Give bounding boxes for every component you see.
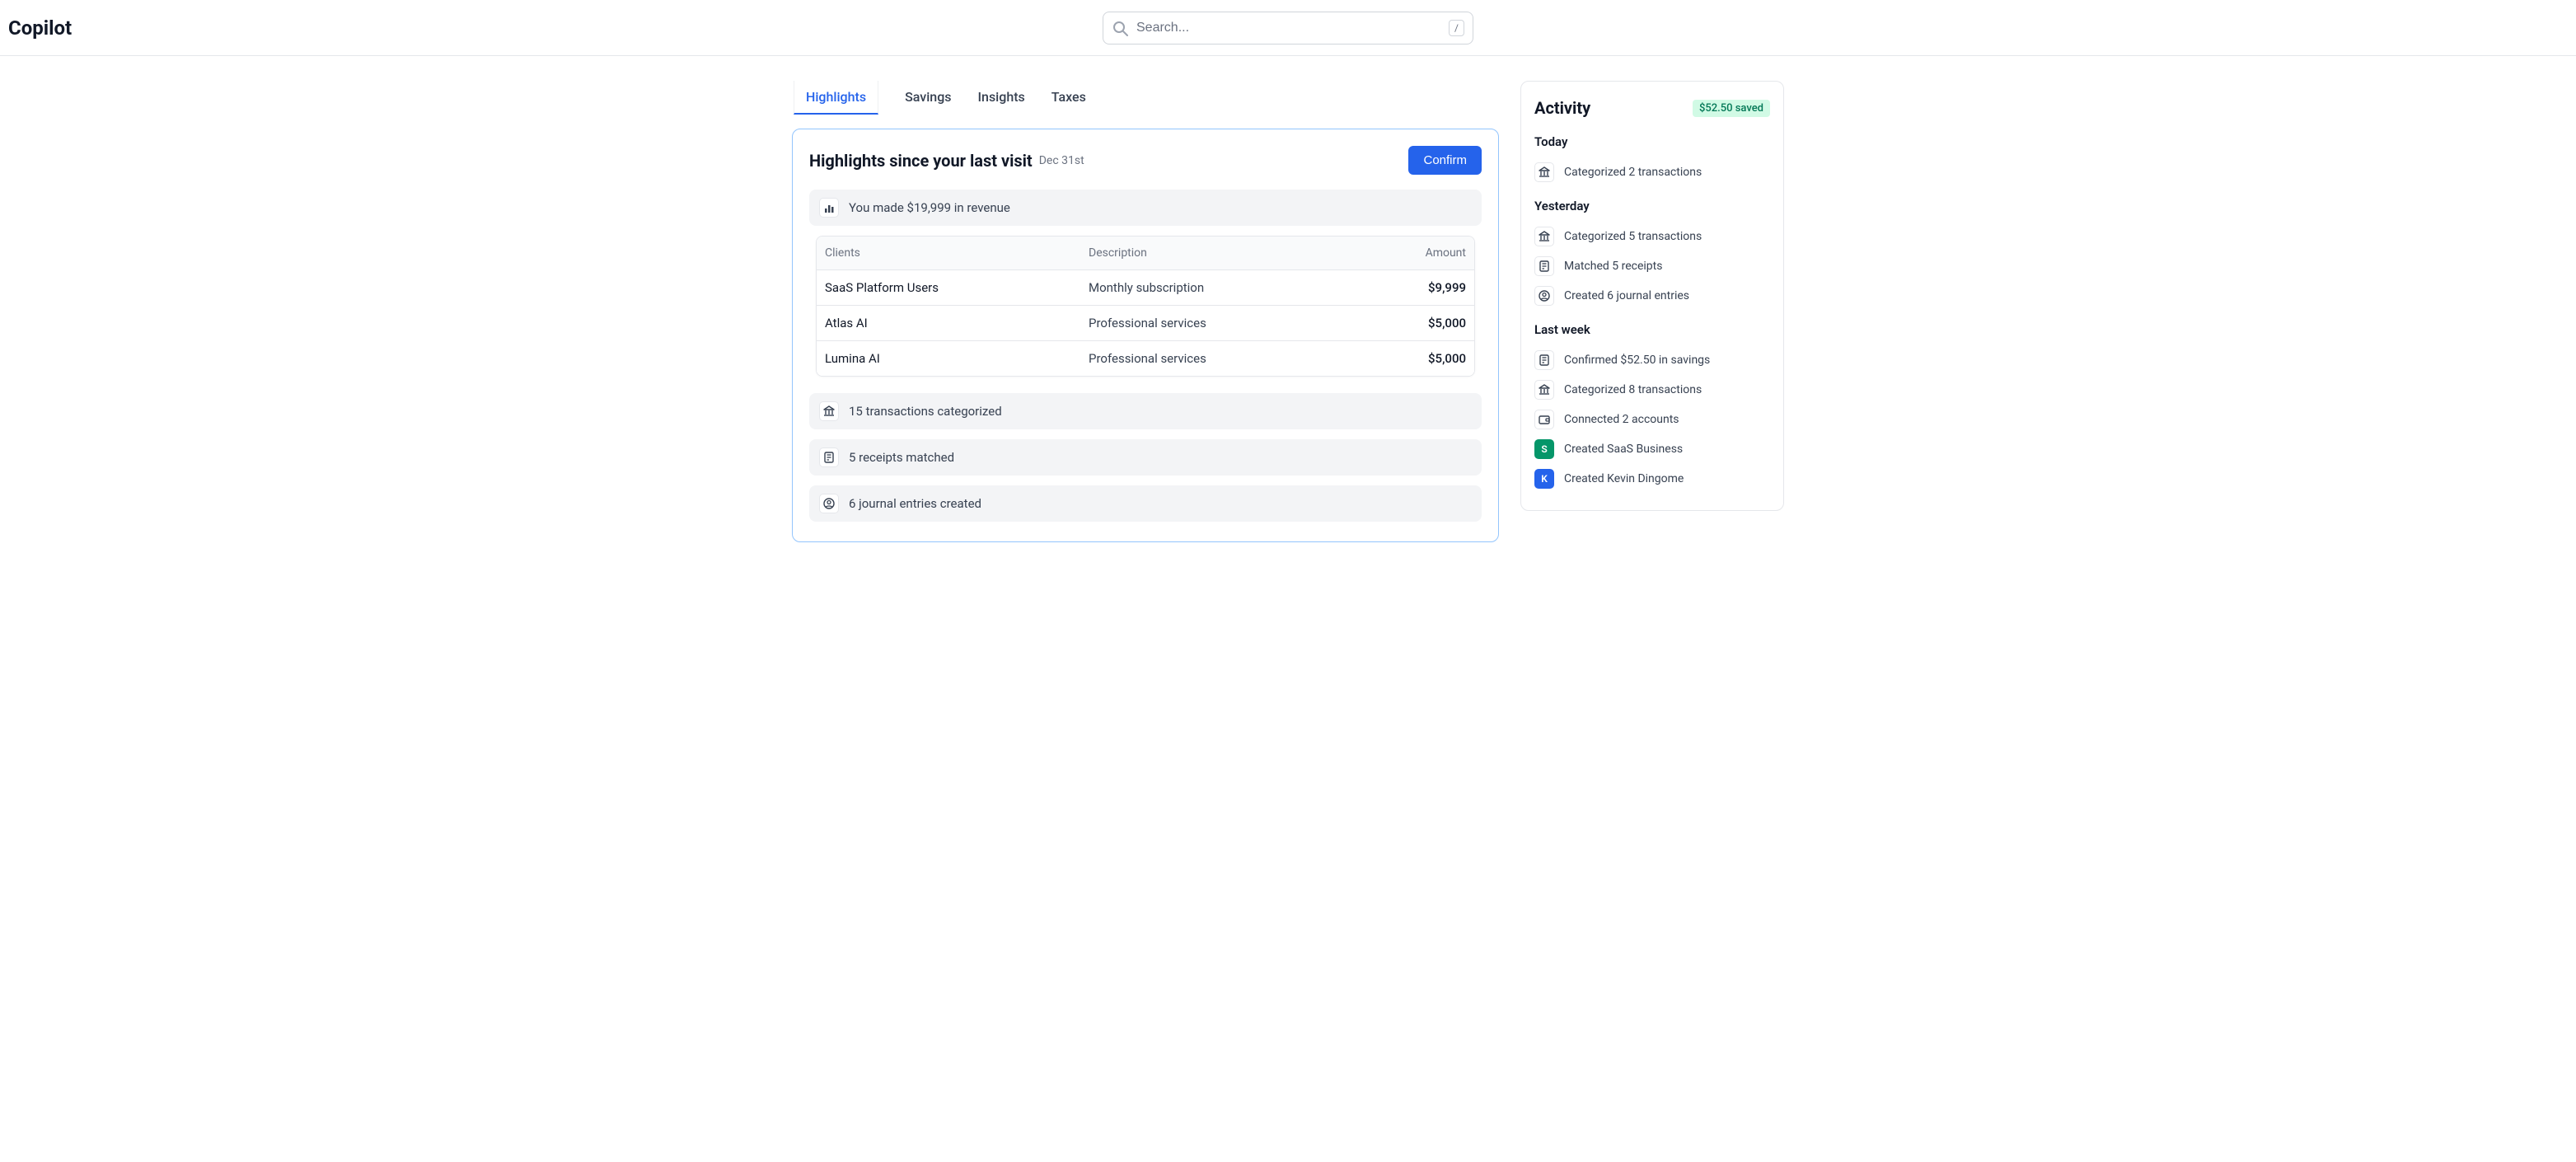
cell-description: Monthly subscription [1089,280,1367,295]
activity-item[interactable]: Confirmed $52.50 in savings [1534,345,1770,375]
journal-summary-row: 6 journal entries created [809,485,1482,522]
receipts-text: 5 receipts matched [849,450,954,465]
bank-icon [1534,162,1554,182]
highlights-title: Highlights since your last visit [809,151,1033,171]
search-box[interactable]: / [1103,12,1473,45]
chart-icon [819,198,839,218]
bank-icon [1534,380,1554,400]
tab-bar: Highlights Savings Insights Taxes [792,81,1499,115]
activity-header: Activity $52.50 saved [1534,98,1770,118]
table-row[interactable]: SaaS Platform Users Monthly subscription… [817,270,1474,306]
activity-item[interactable]: Categorized 2 transactions [1534,157,1770,187]
col-clients: Clients [825,246,1089,260]
tab-taxes[interactable]: Taxes [1051,81,1086,115]
activity-section-lastweek: Last week [1534,322,1770,337]
tab-savings[interactable]: Savings [905,81,951,115]
activity-text: Connected 2 accounts [1564,413,1679,426]
activity-item[interactable]: Connected 2 accounts [1534,405,1770,434]
activity-item[interactable]: Categorized 5 transactions [1534,222,1770,251]
col-amount: Amount [1367,246,1466,260]
activity-text: Categorized 5 transactions [1564,230,1702,243]
activity-text: Created Kevin Dingome [1564,472,1684,485]
tab-highlights[interactable]: Highlights [794,81,878,115]
table-row[interactable]: Lumina AI Professional services $5,000 [817,341,1474,376]
col-description: Description [1089,246,1367,260]
revenue-text: You made $19,999 in revenue [849,200,1010,215]
cell-client: SaaS Platform Users [825,280,1089,295]
activity-text: Categorized 8 transactions [1564,383,1702,396]
activity-item[interactable]: Created 6 journal entries [1534,281,1770,311]
activity-text: Confirmed $52.50 in savings [1564,354,1710,367]
activity-text: Created 6 journal entries [1564,289,1689,302]
receipt-icon [1534,256,1554,276]
activity-card: Activity $52.50 saved Today Categorized … [1520,81,1784,511]
activity-text: Categorized 2 transactions [1564,166,1702,179]
cell-amount: $5,000 [1367,351,1466,366]
highlights-card: Highlights since your last visit Dec 31s… [792,129,1499,542]
main-column: Highlights Savings Insights Taxes Highli… [792,81,1499,542]
cell-client: Lumina AI [825,351,1089,366]
search-shortcut-key: / [1449,20,1464,36]
search-container: / [1103,12,1473,45]
search-input[interactable] [1136,21,1449,35]
tab-insights[interactable]: Insights [978,81,1025,115]
cell-description: Professional services [1089,351,1367,366]
app-header: Copilot / [0,0,2576,56]
receipts-summary-row: 5 receipts matched [809,439,1482,476]
user-circle-icon [819,494,839,513]
journal-text: 6 journal entries created [849,496,981,511]
transactions-summary-row: 15 transactions categorized [809,393,1482,429]
cell-amount: $5,000 [1367,316,1466,330]
user-circle-icon [1534,286,1554,306]
transactions-text: 15 transactions categorized [849,404,1002,419]
receipt-icon [1534,350,1554,370]
activity-item[interactable]: Matched 5 receipts [1534,251,1770,281]
activity-title: Activity [1534,98,1590,118]
table-row[interactable]: Atlas AI Professional services $5,000 [817,306,1474,341]
bank-icon [1534,227,1554,246]
search-icon [1112,20,1128,36]
avatar: K [1534,469,1554,489]
clients-table: Clients Description Amount SaaS Platform… [816,236,1475,377]
wallet-icon [1534,410,1554,429]
brand-title: Copilot [8,16,72,40]
cell-client: Atlas AI [825,316,1089,330]
table-header: Clients Description Amount [817,237,1474,270]
activity-section-today: Today [1534,134,1770,149]
activity-item[interactable]: K Created Kevin Dingome [1534,464,1770,494]
revenue-summary-row: You made $19,999 in revenue [809,190,1482,226]
activity-item[interactable]: Categorized 8 transactions [1534,375,1770,405]
activity-item[interactable]: S Created SaaS Business [1534,434,1770,464]
cell-description: Professional services [1089,316,1367,330]
side-column: Activity $52.50 saved Today Categorized … [1520,81,1784,542]
page-body: Highlights Savings Insights Taxes Highli… [0,56,2576,542]
activity-section-yesterday: Yesterday [1534,199,1770,213]
activity-text: Matched 5 receipts [1564,260,1662,273]
bank-icon [819,401,839,421]
receipt-icon [819,447,839,467]
highlights-date: Dec 31st [1039,154,1084,167]
confirm-button[interactable]: Confirm [1408,146,1482,175]
avatar: S [1534,439,1554,459]
activity-text: Created SaaS Business [1564,443,1683,456]
highlights-header: Highlights since your last visit Dec 31s… [809,146,1482,175]
cell-amount: $9,999 [1367,280,1466,295]
saved-badge: $52.50 saved [1693,100,1770,117]
